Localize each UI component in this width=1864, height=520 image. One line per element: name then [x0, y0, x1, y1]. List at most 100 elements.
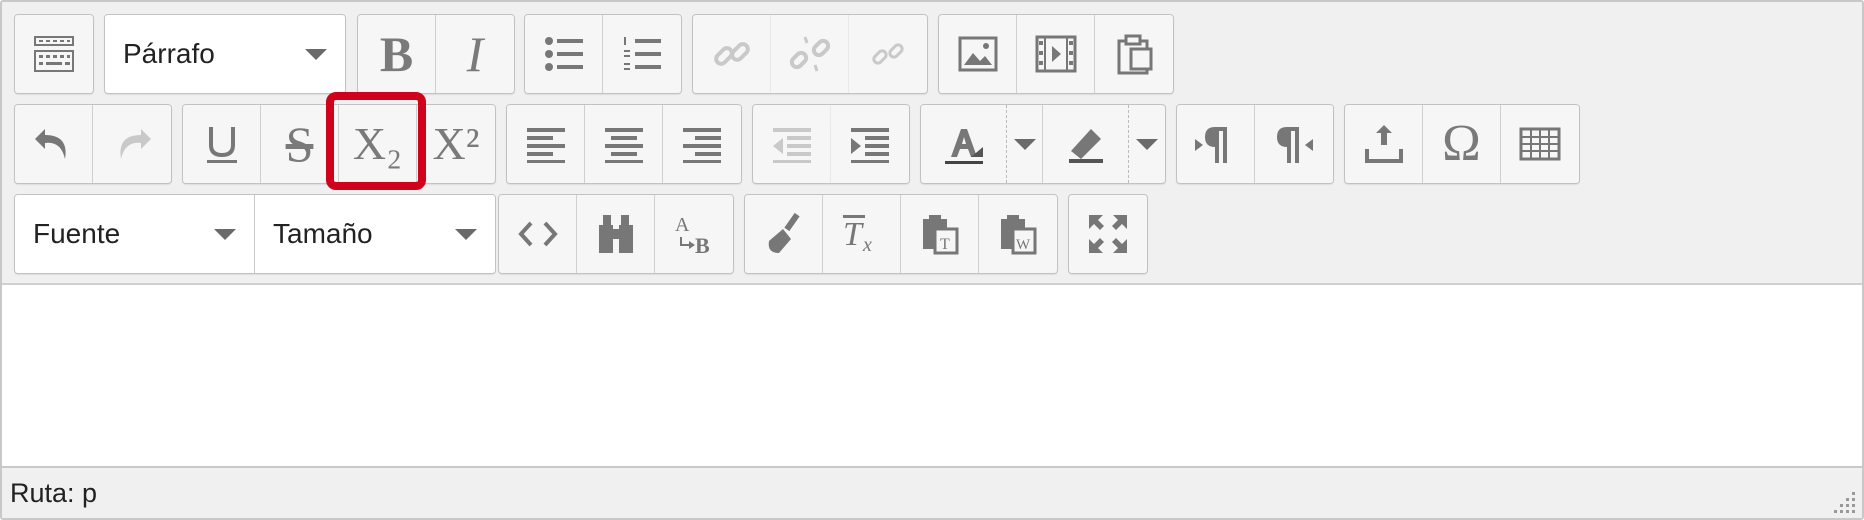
align-left-button[interactable] — [507, 105, 585, 183]
bullet-list-button[interactable] — [525, 15, 603, 93]
chevron-down-icon — [455, 228, 477, 240]
text-color-dropdown[interactable] — [1007, 105, 1043, 183]
editor-toolbar: Párrafo B I S X₂ X² Ω Fuente Tamaño A B … — [2, 2, 1862, 285]
script-style-group: S X₂ X² — [182, 104, 496, 184]
broom-icon — [768, 212, 800, 253]
link-button[interactable] — [693, 15, 771, 93]
strikethrough-button[interactable]: S — [261, 105, 339, 183]
underline-button[interactable] — [183, 105, 261, 183]
redo-button[interactable] — [93, 105, 171, 183]
toolbar-toggle-group — [14, 14, 94, 94]
numbered-list-button[interactable] — [603, 15, 681, 93]
align-center-button[interactable] — [585, 105, 663, 183]
align-left-icon — [526, 128, 565, 163]
code-icon — [517, 221, 558, 247]
chevron-down-icon — [305, 48, 327, 60]
ltr-button[interactable] — [1177, 105, 1255, 183]
underline-icon — [206, 127, 237, 163]
format-select-value: Párrafo — [123, 38, 215, 69]
italic-button[interactable]: I — [436, 15, 514, 93]
background-color-dropdown[interactable] — [1129, 105, 1165, 183]
html-source-button[interactable] — [499, 195, 577, 273]
binoculars-icon — [598, 215, 633, 253]
editor-content-area[interactable] — [2, 285, 1862, 465]
insert-line-button[interactable] — [1345, 105, 1423, 183]
list-group — [524, 14, 682, 94]
svg-text:W: W — [1016, 237, 1031, 253]
indent-group — [752, 104, 910, 184]
text-color-button[interactable] — [921, 105, 1007, 183]
keyboard-toolbar-icon — [34, 36, 74, 72]
paste-text-button[interactable]: T — [901, 195, 979, 273]
rich-text-editor: Párrafo B I S X₂ X² Ω Fuente Tamaño A B … — [0, 0, 1864, 520]
undo-redo-group — [14, 104, 172, 184]
paste-word-button[interactable]: W — [979, 195, 1057, 273]
insert-group: Ω — [1344, 104, 1580, 184]
omega-icon: Ω — [1442, 115, 1481, 172]
strikethrough-icon: S — [285, 116, 314, 172]
outdent-icon — [772, 128, 811, 163]
indent-icon — [851, 128, 889, 163]
cleanup-group: Tx T W — [744, 194, 1058, 274]
outdent-button[interactable] — [753, 105, 831, 183]
toolbar-toggle-button[interactable] — [15, 15, 93, 93]
paste-word-icon: W — [1001, 215, 1037, 255]
format-select-group: Párrafo — [104, 14, 346, 94]
unlink-button[interactable] — [771, 15, 849, 93]
format-select[interactable]: Párrafo — [105, 15, 345, 93]
video-film-icon — [1035, 35, 1076, 73]
left-to-right-icon — [1194, 127, 1227, 163]
redo-icon — [120, 129, 151, 159]
right-to-left-icon — [1277, 127, 1313, 163]
italic-icon: I — [466, 26, 484, 82]
svg-text:T: T — [843, 216, 864, 253]
remove-format-button[interactable]: Tx — [823, 195, 901, 273]
link-icon — [713, 42, 750, 66]
media-button[interactable] — [1017, 15, 1095, 93]
status-bar: Ruta: p — [2, 466, 1862, 518]
chevron-down-icon — [214, 228, 236, 240]
subscript-icon: X₂ — [352, 118, 403, 169]
font-size-select[interactable]: Tamaño — [255, 195, 495, 273]
table-button[interactable] — [1501, 105, 1579, 183]
fullscreen-button[interactable] — [1069, 195, 1147, 273]
superscript-button[interactable]: X² — [417, 105, 495, 183]
replace-text-icon: AB — [675, 214, 710, 257]
highlighter-icon — [1068, 129, 1103, 163]
rtl-button[interactable] — [1255, 105, 1333, 183]
chevron-down-icon — [1136, 138, 1158, 150]
subscript-button[interactable]: X₂ — [339, 105, 417, 183]
font-size-value: Tamaño — [273, 218, 373, 249]
anchor-button[interactable] — [849, 15, 927, 93]
image-button[interactable] — [939, 15, 1017, 93]
undo-button[interactable] — [15, 105, 93, 183]
bold-icon: B — [379, 26, 414, 82]
clear-format-icon: Tx — [842, 215, 872, 256]
align-right-icon — [683, 128, 721, 163]
font-family-select[interactable]: Fuente — [15, 195, 255, 273]
image-icon — [958, 36, 997, 72]
background-color-button[interactable] — [1043, 105, 1129, 183]
fullscreen-group — [1068, 194, 1148, 274]
clean-html-button[interactable] — [745, 195, 823, 273]
svg-text:T: T — [940, 236, 950, 253]
color-group — [920, 104, 1166, 184]
unlink-icon — [789, 36, 830, 72]
special-character-button[interactable]: Ω — [1423, 105, 1501, 183]
direction-group — [1176, 104, 1334, 184]
insert-media-group — [938, 14, 1174, 94]
manage-files-button[interactable] — [1095, 15, 1173, 93]
paste-text-icon: T — [922, 215, 958, 255]
clipboard-files-icon — [1117, 34, 1153, 75]
align-right-button[interactable] — [663, 105, 741, 183]
alignment-group — [506, 104, 742, 184]
search-replace-button[interactable] — [577, 195, 655, 273]
font-family-value: Fuente — [33, 218, 121, 249]
bullet-list-icon — [544, 37, 583, 71]
anchor-link-icon — [872, 43, 904, 65]
numbered-list-icon — [624, 37, 661, 70]
bold-button[interactable]: B — [358, 15, 436, 93]
resize-grip-icon[interactable] — [1830, 486, 1858, 514]
spellcheck-button[interactable]: AB — [655, 195, 733, 273]
indent-button[interactable] — [831, 105, 909, 183]
